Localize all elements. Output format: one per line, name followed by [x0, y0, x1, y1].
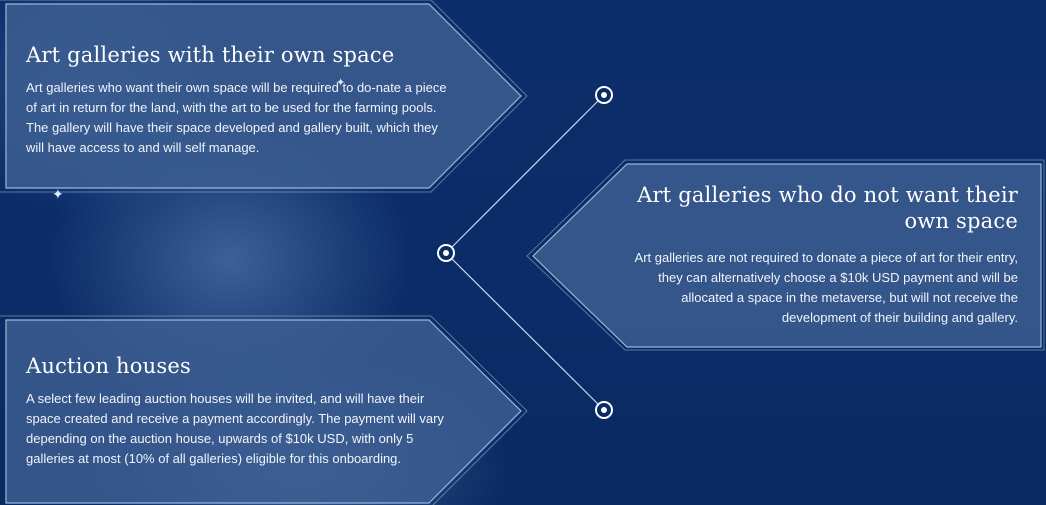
section-no-own-space: Art galleries who do not want their own …: [610, 182, 1018, 328]
section-body: A select few leading auction houses will…: [26, 391, 444, 466]
section-body: Art galleries are not required to donate…: [634, 250, 1018, 325]
node-bottom: [595, 401, 613, 419]
section-own-space: Art galleries with their own space Art g…: [26, 42, 456, 158]
section-title: Art galleries who do not want their own …: [637, 183, 1018, 233]
node-middle: [437, 244, 455, 262]
section-body: Art galleries who want their own space w…: [26, 80, 447, 155]
section-title: Auction houses: [26, 354, 191, 378]
section-auction-houses: Auction houses A select few leading auct…: [26, 353, 458, 469]
section-title: Art galleries with their own space: [26, 43, 395, 67]
node-top: [595, 86, 613, 104]
sparkle-icon: ✦: [52, 186, 64, 202]
